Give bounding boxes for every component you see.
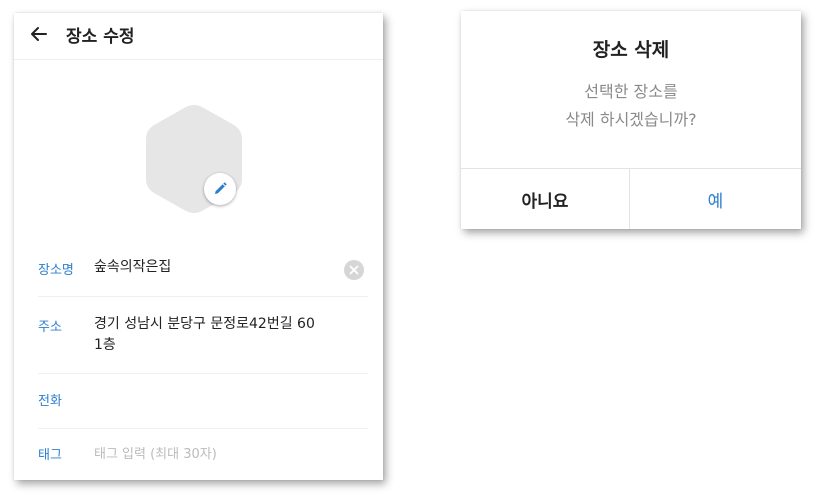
divider — [38, 373, 368, 374]
dialog-message-line1: 선택한 장소를 — [584, 82, 678, 101]
dialog-title: 장소 삭제 — [592, 39, 670, 61]
divider — [38, 428, 368, 429]
edit-photo-button[interactable] — [204, 173, 236, 205]
header: 장소 수정 — [14, 13, 383, 57]
place-name-label: 장소명 — [38, 263, 74, 278]
edit-place-panel: 장소 수정 장소명 숲속의작은집 주소 경기 성남시 분당구 문정로42번길 6… — [14, 13, 383, 480]
cancel-button[interactable]: 아니요 — [461, 169, 629, 229]
divider — [38, 296, 368, 297]
address-line2: 1층 — [94, 337, 116, 353]
address-label: 주소 — [38, 320, 62, 335]
dialog-message-line2: 삭제 하시겠습니까? — [565, 110, 697, 129]
arrow-left-icon[interactable] — [28, 23, 50, 45]
phone-label: 전화 — [38, 394, 62, 409]
confirm-delete-button[interactable]: 예 — [630, 169, 801, 229]
address-line1: 경기 성남시 분당구 문정로42번길 60 — [94, 316, 315, 332]
header-divider — [14, 59, 383, 60]
clear-circle-icon[interactable] — [344, 260, 364, 280]
address-value[interactable]: 경기 성남시 분당구 문정로42번길 60 1층 — [94, 314, 315, 356]
tag-label: 태그 — [38, 448, 62, 463]
pencil-icon — [215, 182, 227, 194]
page-title: 장소 수정 — [66, 27, 135, 47]
dialog-message: 선택한 장소를 삭제 하시겠습니까? — [461, 78, 801, 134]
place-photo — [144, 103, 249, 218]
delete-place-dialog: 장소 삭제 선택한 장소를 삭제 하시겠습니까? 아니요 예 — [461, 11, 801, 229]
tag-input[interactable]: 태그 입력 (최대 30자) — [94, 444, 217, 465]
place-name-value[interactable]: 숲속의작은집 — [94, 257, 171, 278]
